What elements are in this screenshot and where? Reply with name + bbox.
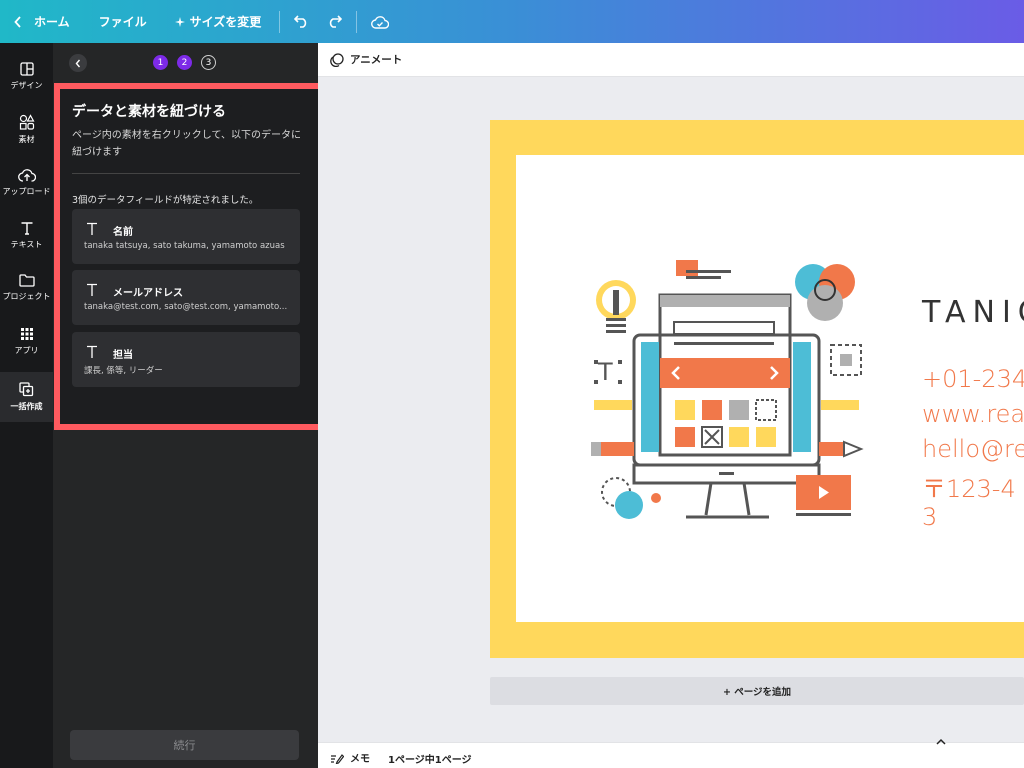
resize-button[interactable]: サイズを変更 bbox=[174, 0, 262, 43]
data-field-email[interactable]: メールアドレス tanaka@test.com, sato@test.com, … bbox=[72, 270, 300, 325]
field-values: tanaka@test.com, sato@test.com, yamamoto… bbox=[84, 302, 288, 312]
sparkle-icon bbox=[174, 16, 185, 27]
rail-label: アップロード bbox=[2, 186, 51, 196]
back-button[interactable] bbox=[69, 54, 87, 72]
rail-label: アプリ bbox=[14, 345, 39, 355]
lightbulb-icon bbox=[596, 280, 636, 333]
step-indicator: 1 2 3 bbox=[53, 53, 318, 73]
rail-label: プロジェクト bbox=[2, 292, 51, 301]
section-title: データと素材を紐づける bbox=[72, 104, 226, 120]
web-design-illustration[interactable]: T bbox=[586, 260, 876, 540]
text-icon bbox=[87, 222, 97, 235]
folder-icon bbox=[18, 274, 35, 287]
file-label: ファイル bbox=[98, 15, 147, 29]
field-name-label: 担当 bbox=[113, 350, 133, 361]
field-values: 課長, 係等, リーダー bbox=[84, 366, 163, 376]
rail-label: テキスト bbox=[10, 239, 43, 249]
shapes-icon bbox=[19, 113, 35, 130]
data-connect-section: データと素材を紐づける ページ内の素材を右クリックして、以下のデータに紐づけます… bbox=[54, 83, 328, 430]
divider bbox=[72, 173, 300, 174]
home-button[interactable]: ホーム bbox=[14, 0, 70, 43]
cloud-upload-icon bbox=[17, 168, 36, 182]
bulk-create-icon bbox=[19, 382, 34, 397]
redo-button[interactable] bbox=[327, 15, 343, 28]
svg-text:T: T bbox=[597, 358, 613, 386]
card-address[interactable]: 3 bbox=[922, 503, 937, 531]
toolbar-divider bbox=[356, 10, 358, 33]
pencil-notes-icon bbox=[331, 753, 344, 764]
rail-item-apps[interactable]: アプリ bbox=[0, 316, 53, 366]
card-name[interactable]: TANIG bbox=[922, 295, 1024, 330]
chevron-left-icon bbox=[14, 15, 21, 28]
add-page-button[interactable]: + ページを追加 bbox=[490, 677, 1024, 705]
rail-item-projects[interactable]: プロジェクト bbox=[0, 263, 53, 313]
chevron-left-icon bbox=[75, 59, 81, 67]
side-nav-rail: デザイン 素材 アップロード テキスト プロジェクト アプリ 一括作成 bbox=[0, 43, 53, 768]
card-phone[interactable]: +01-234 bbox=[922, 365, 1024, 393]
top-bar: ホーム ファイル サイズを変更 bbox=[0, 0, 1024, 43]
undo-icon bbox=[294, 15, 307, 28]
field-name-label: 名前 bbox=[113, 227, 133, 238]
rail-item-elements[interactable]: 素材 bbox=[0, 104, 53, 154]
rail-item-uploads[interactable]: アップロード bbox=[0, 157, 53, 207]
home-label: ホーム bbox=[34, 15, 70, 29]
text-icon bbox=[21, 221, 32, 235]
animate-icon bbox=[330, 52, 344, 67]
card-email[interactable]: hello@re bbox=[922, 435, 1024, 463]
animate-label: アニメート bbox=[350, 54, 403, 66]
notes-label: メモ bbox=[350, 754, 370, 765]
design-page[interactable]: T TANIG +01-234 www.rea hello@re 〒123-4 … bbox=[516, 155, 1024, 622]
undo-button[interactable] bbox=[294, 15, 309, 28]
redo-icon bbox=[330, 15, 343, 28]
rail-label: 素材 bbox=[18, 134, 35, 144]
card-website[interactable]: www.rea bbox=[922, 400, 1024, 428]
rail-item-design[interactable]: デザイン bbox=[0, 51, 53, 101]
rail-item-bulk-create[interactable]: 一括作成 bbox=[0, 372, 53, 422]
animate-button[interactable]: アニメート bbox=[330, 52, 402, 67]
step-2: 2 bbox=[177, 55, 192, 70]
step-1: 1 bbox=[153, 55, 168, 70]
rail-label: デザイン bbox=[10, 80, 43, 90]
field-values: tanaka tatsuya, sato takuma, yamamoto az… bbox=[84, 241, 285, 251]
cloud-check-icon bbox=[371, 15, 390, 29]
bottom-bar: メモ 1ページ中1ページ bbox=[318, 738, 1024, 768]
field-name-label: メールアドレス bbox=[113, 288, 183, 299]
step-3: 3 bbox=[201, 55, 216, 70]
data-field-name[interactable]: 名前 tanaka tatsuya, sato takuma, yamamoto… bbox=[72, 209, 300, 264]
save-status-button[interactable] bbox=[371, 15, 390, 29]
continue-button[interactable]: 続行 bbox=[70, 730, 299, 760]
notes-button[interactable]: メモ bbox=[330, 750, 370, 765]
apps-grid-icon bbox=[20, 327, 33, 340]
card-postal-code[interactable]: 〒123-4 bbox=[922, 469, 1016, 504]
data-field-role[interactable]: 担当 課長, 係等, リーダー bbox=[72, 332, 300, 387]
file-menu-button[interactable]: ファイル bbox=[99, 0, 147, 43]
field-count-text: 3個のデータフィールドが特定されました。 bbox=[72, 195, 259, 206]
text-icon bbox=[87, 283, 97, 296]
layout-icon bbox=[19, 61, 34, 76]
page-count: 1ページ中1ページ bbox=[388, 755, 472, 766]
editor-toolbar: アニメート bbox=[318, 43, 1024, 77]
text-icon bbox=[87, 345, 97, 358]
rail-item-text[interactable]: テキスト bbox=[0, 210, 53, 260]
toolbar-divider bbox=[279, 10, 281, 33]
chevron-up-icon[interactable] bbox=[934, 737, 948, 747]
section-description: ページ内の素材を右クリックして、以下のデータに紐づけます bbox=[72, 130, 301, 158]
resize-label: サイズを変更 bbox=[189, 15, 262, 29]
venn-icon bbox=[795, 264, 855, 321]
rail-label: 一括作成 bbox=[10, 402, 43, 411]
